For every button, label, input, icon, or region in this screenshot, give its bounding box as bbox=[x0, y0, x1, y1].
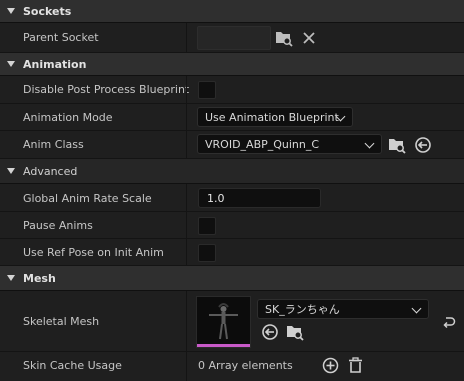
parent-socket-field[interactable] bbox=[197, 26, 271, 50]
collapse-arrow-icon[interactable] bbox=[7, 8, 15, 14]
collapse-arrow-icon[interactable] bbox=[7, 168, 15, 174]
pause-anims-label: Pause Anims bbox=[23, 219, 93, 232]
section-title: Advanced bbox=[23, 164, 78, 178]
column-divider[interactable] bbox=[186, 131, 187, 158]
skeletal-mesh-dropdown[interactable]: SK_ランちゃん bbox=[257, 299, 429, 319]
collapse-arrow-icon[interactable] bbox=[7, 61, 15, 67]
add-element-icon[interactable] bbox=[322, 357, 339, 374]
trash-icon[interactable] bbox=[348, 357, 363, 374]
section-advanced[interactable]: Advanced bbox=[0, 159, 464, 184]
row-global-anim-rate: Global Anim Rate Scale 1.0 bbox=[0, 184, 464, 212]
column-divider[interactable] bbox=[186, 291, 187, 351]
disable-post-process-checkbox[interactable] bbox=[198, 81, 216, 99]
disable-post-process-label: Disable Post Process Blueprint bbox=[23, 83, 190, 96]
browse-anim-class-icon[interactable] bbox=[388, 136, 406, 154]
chevron-down-icon bbox=[364, 138, 375, 149]
column-divider[interactable] bbox=[186, 212, 187, 238]
anim-class-value: VROID_ABP_Quinn_C bbox=[205, 137, 320, 151]
anim-class-label: Anim Class bbox=[23, 138, 84, 151]
use-selected-mesh-icon[interactable] bbox=[261, 323, 279, 341]
column-divider[interactable] bbox=[186, 239, 187, 265]
skeletal-mesh-value: SK_ランちゃん bbox=[265, 303, 340, 316]
row-animation-mode: Animation Mode Use Animation Blueprint bbox=[0, 104, 464, 131]
chevron-down-icon bbox=[411, 303, 422, 314]
row-skin-cache: Skin Cache Usage 0 Array elements bbox=[0, 352, 464, 381]
anim-class-dropdown[interactable]: VROID_ABP_Quinn_C bbox=[197, 134, 382, 154]
skin-cache-count: 0 Array elements bbox=[198, 359, 293, 372]
section-title: Mesh bbox=[23, 271, 56, 285]
column-divider[interactable] bbox=[186, 23, 187, 52]
row-ref-pose: Use Ref Pose on Init Anim bbox=[0, 239, 464, 266]
row-anim-class: Anim Class VROID_ABP_Quinn_C bbox=[0, 131, 464, 159]
animation-mode-dropdown[interactable]: Use Animation Blueprint bbox=[197, 107, 353, 127]
ref-pose-checkbox[interactable] bbox=[198, 244, 216, 262]
skin-cache-label: Skin Cache Usage bbox=[23, 359, 122, 372]
reset-to-default-icon[interactable] bbox=[442, 315, 456, 329]
animation-mode-value: Use Animation Blueprint bbox=[205, 110, 339, 124]
collapse-arrow-icon[interactable] bbox=[7, 275, 15, 281]
section-title: Animation bbox=[23, 57, 87, 71]
column-divider[interactable] bbox=[186, 104, 187, 130]
row-parent-socket: Parent Socket bbox=[0, 23, 464, 53]
row-disable-post-process: Disable Post Process Blueprint bbox=[0, 76, 464, 104]
section-animation[interactable]: Animation bbox=[0, 53, 464, 76]
column-divider[interactable] bbox=[186, 76, 187, 103]
use-selected-icon[interactable] bbox=[414, 136, 432, 154]
skeletal-mesh-thumbnail[interactable] bbox=[196, 296, 251, 348]
global-anim-rate-input[interactable]: 1.0 bbox=[198, 188, 321, 208]
row-skeletal-mesh: Skeletal Mesh SK_ランちゃん bbox=[0, 291, 464, 352]
global-anim-rate-label: Global Anim Rate Scale bbox=[23, 192, 152, 205]
section-mesh[interactable]: Mesh bbox=[0, 266, 464, 291]
ref-pose-label: Use Ref Pose on Init Anim bbox=[23, 246, 164, 259]
column-divider[interactable] bbox=[186, 352, 187, 381]
column-divider[interactable] bbox=[186, 184, 187, 211]
details-panel: Sockets Parent Socket Animation Disable … bbox=[0, 0, 464, 381]
pause-anims-checkbox[interactable] bbox=[198, 217, 216, 235]
browse-socket-icon[interactable] bbox=[275, 29, 293, 47]
section-sockets[interactable]: Sockets bbox=[0, 0, 464, 23]
browse-mesh-icon[interactable] bbox=[286, 323, 304, 341]
skeletal-mesh-label: Skeletal Mesh bbox=[23, 315, 100, 328]
section-title: Sockets bbox=[23, 4, 72, 18]
asset-type-color-bar bbox=[197, 344, 250, 347]
animation-mode-label: Animation Mode bbox=[23, 111, 113, 124]
row-pause-anims: Pause Anims bbox=[0, 212, 464, 239]
clear-socket-icon[interactable] bbox=[302, 31, 316, 45]
parent-socket-label: Parent Socket bbox=[23, 31, 99, 44]
character-preview-icon bbox=[209, 303, 238, 340]
